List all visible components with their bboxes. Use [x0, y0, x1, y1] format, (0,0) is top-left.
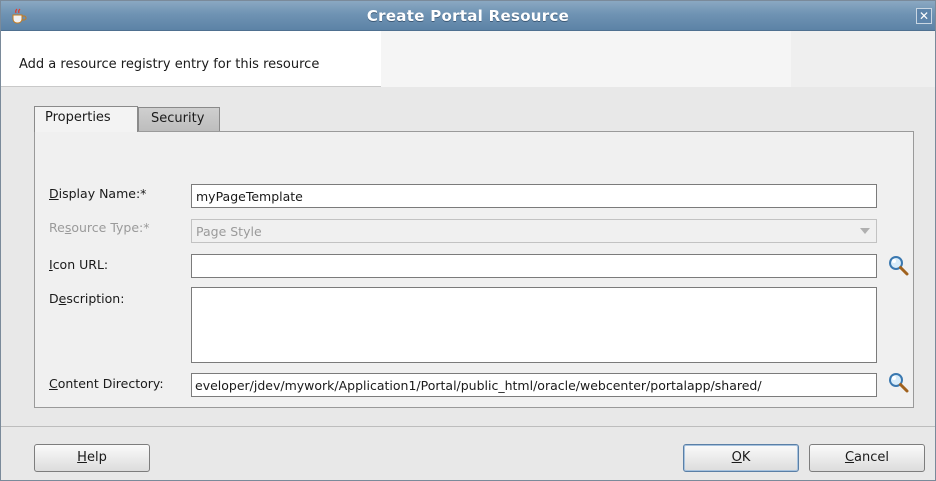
label-text: D [49, 291, 59, 306]
tab-security[interactable]: Security [138, 107, 220, 131]
content-directory-search-icon[interactable] [887, 371, 911, 395]
header-shade-right [791, 31, 935, 87]
label-text: con URL: [52, 257, 109, 272]
help-button[interactable]: Help [34, 444, 150, 472]
button-label: K [741, 450, 751, 465]
header-shade [381, 31, 791, 87]
content-directory-label: Content Directory: [49, 376, 164, 391]
create-portal-resource-dialog: Create Portal Resource ✕ Add a resource … [0, 0, 936, 481]
label-text: ontent Directory: [57, 376, 164, 391]
icon-url-search-icon[interactable] [887, 254, 911, 278]
icon-url-input[interactable] [191, 254, 877, 278]
display-name-label: Display Name:* [49, 186, 146, 201]
mnemonic: D [49, 186, 59, 201]
resource-type-value: Page Style [196, 224, 262, 239]
close-icon: ✕ [918, 9, 930, 23]
button-divider [1, 426, 935, 427]
label-text: scription: [66, 291, 125, 306]
cancel-button[interactable]: Cancel [809, 444, 925, 472]
header-description: Add a resource registry entry for this r… [19, 57, 320, 72]
display-name-input[interactable]: myPageTemplate [191, 184, 877, 208]
button-label: ancel [854, 450, 890, 465]
mnemonic: C [49, 376, 58, 391]
description-textarea[interactable] [191, 287, 877, 363]
tab-properties[interactable]: Properties [34, 106, 138, 132]
chevron-down-icon [860, 228, 870, 234]
mnemonic: O [731, 450, 742, 465]
ok-button[interactable]: OK [683, 444, 799, 472]
close-button[interactable]: ✕ [916, 8, 932, 24]
label-text: Re [49, 220, 65, 235]
content-directory-input[interactable]: eveloper/jdev/mywork/Application1/Portal… [191, 373, 877, 397]
mnemonic: C [844, 450, 855, 465]
resource-type-label: Resource Type:* [49, 220, 150, 235]
label-text: ource Type:* [71, 220, 150, 235]
mnemonic: H [77, 450, 87, 465]
button-label: elp [86, 450, 107, 465]
resource-type-select: Page Style [191, 219, 877, 243]
dialog-header: Add a resource registry entry for this r… [1, 31, 935, 87]
description-label: Description: [49, 291, 124, 306]
icon-url-label: Icon URL: [49, 257, 108, 272]
label-text: isplay Name:* [58, 186, 147, 201]
title-bar[interactable]: Create Portal Resource ✕ [1, 1, 935, 31]
dialog-title: Create Portal Resource [366, 7, 570, 25]
